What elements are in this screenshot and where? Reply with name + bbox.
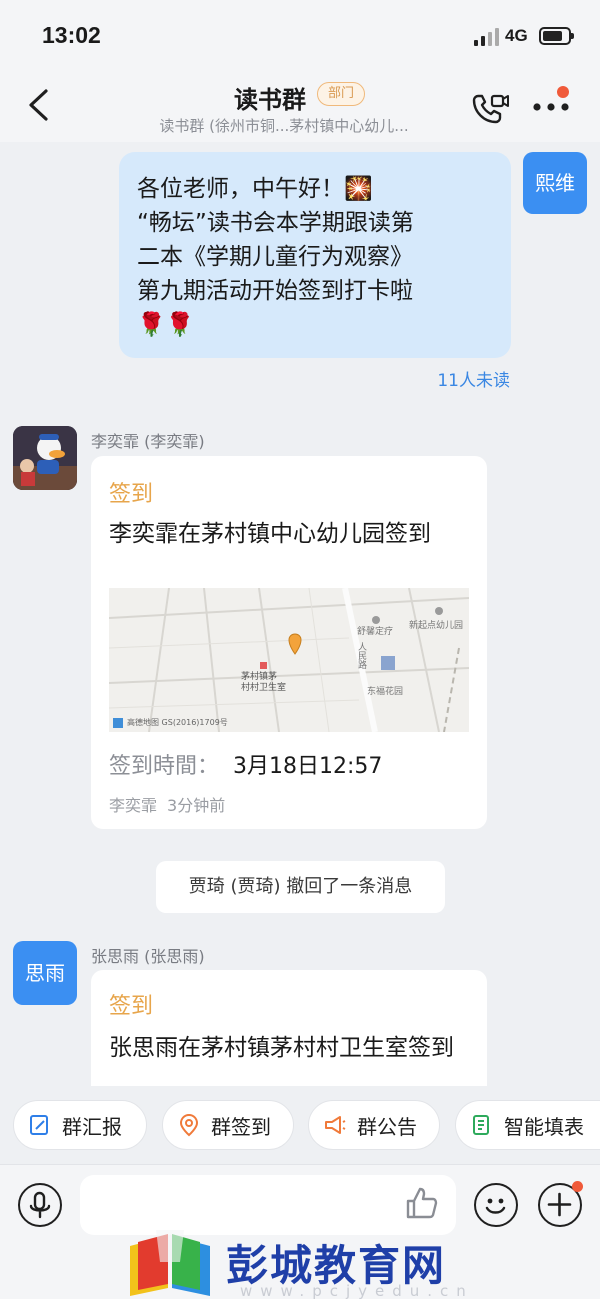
self-avatar[interactable]: 熙维 (523, 152, 587, 214)
checkin-time-row: 签到時間： 3月18日12:57 (109, 748, 382, 780)
message-line: “畅坛”读书会本学期跟读第 (137, 210, 414, 236)
group-announcement-button[interactable]: 群公告 (308, 1100, 440, 1150)
notification-dot (557, 86, 569, 98)
signal-icon (474, 28, 500, 46)
department-badge: 部门 (317, 82, 365, 106)
network-label: 4G (505, 26, 528, 45)
unread-count[interactable]: 11人未读 (437, 366, 510, 391)
checkin-ago: 3分钟前 (167, 796, 226, 815)
checkin-tag: 签到 (109, 994, 154, 1019)
message-line: 🌹🌹 (137, 312, 195, 338)
avatar[interactable] (13, 426, 77, 490)
checkin-card[interactable]: 签到 张思雨在茅村镇茅村村卫生室签到 (91, 970, 487, 1086)
avatar[interactable]: 思雨 (13, 941, 77, 1005)
map-label-poi: 新起点幼儿园 (409, 621, 464, 631)
chip-label: 群公告 (357, 1114, 417, 1139)
checkin-meta: 李奕霏 3分钟前 (109, 792, 225, 816)
battery-icon (539, 27, 574, 45)
group-report-button[interactable]: 群汇报 (13, 1100, 147, 1150)
book-logo-icon (130, 1230, 210, 1296)
chip-label: 群汇报 (62, 1114, 122, 1139)
phone-video-call-icon[interactable] (470, 90, 510, 126)
map-thumbnail[interactable]: 茅村镇茅 村村卫生室 舒馨定疗 新起点幼儿园 人民路 东福花园 高德地图 GS(… (109, 588, 469, 732)
self-message-bubble[interactable]: 各位老师，中午好！🎇 “畅坛”读书会本学期跟读第 二本《学期儿童行为观察》 第九… (119, 152, 511, 358)
chip-label: 智能填表 (504, 1114, 584, 1139)
checkin-tag: 签到 (109, 482, 154, 507)
location-pin-icon (179, 1113, 199, 1137)
map-label-place: 茅村镇茅 村村卫生室 (241, 672, 287, 693)
map-credit: 高德地图 GS(2016)1709号 (127, 718, 228, 727)
chat-title[interactable]: 读书群 (234, 80, 306, 115)
message-line: 第九期活动开始签到打卡啦 (137, 278, 413, 304)
chat-subtitle[interactable]: 读书群 (徐州市铜...茅村镇中心幼儿... (159, 115, 408, 136)
group-checkin-button[interactable]: 群签到 (162, 1100, 294, 1150)
recall-notice: 贾琦 (贾琦) 撤回了一条消息 (156, 861, 445, 913)
checkin-text: 李奕霏在茅村镇中心幼儿园签到 (109, 521, 431, 547)
message-line: 二本《学期儿童行为观察》 (137, 244, 413, 270)
voice-button[interactable] (18, 1183, 62, 1227)
checkin-user: 李奕霏 (109, 796, 158, 815)
cartoon-avatar-icon (13, 426, 77, 490)
map-label-poi: 舒馨定疗 (357, 627, 394, 637)
checkin-card[interactable]: 签到 李奕霏在茅村镇中心幼儿园签到 茅村镇茅 村村卫生室 舒馨定疗 新起点幼儿园… (91, 456, 487, 829)
watermark-url: www.pcjyedu.cn (240, 1282, 474, 1299)
map-label-poi: 东福花园 (367, 687, 404, 697)
checkin-text: 张思雨在茅村镇茅村村卫生室签到 (109, 1035, 454, 1061)
microphone-icon (29, 1191, 51, 1219)
status-bar: 13:02 4G (0, 0, 600, 72)
chip-label: 群签到 (211, 1114, 271, 1139)
form-icon (473, 1115, 489, 1135)
chat-header: 读书群 部门 读书群 (徐州市铜...茅村镇中心幼儿... (0, 72, 600, 142)
smart-form-button[interactable]: 智能填表 (455, 1100, 600, 1150)
checkin-time-label: 签到時間： (109, 754, 220, 779)
report-icon (30, 1115, 48, 1135)
sender-name: 张思雨 (张思雨) (91, 947, 205, 966)
map-roads (109, 588, 469, 732)
message-line: 各位老师，中午好！🎇 (137, 176, 373, 202)
checkin-time-value: 3月18日12:57 (233, 754, 383, 779)
status-time: 13:02 (42, 22, 101, 48)
emoji-button[interactable] (474, 1183, 518, 1227)
notification-dot (572, 1181, 583, 1192)
map-label-road: 人民路 (356, 642, 366, 669)
smiley-icon (485, 1198, 506, 1214)
megaphone-icon (325, 1116, 346, 1134)
more-options-icon[interactable] (531, 99, 571, 115)
sender-name: 李奕霏 (李奕霏) (91, 432, 205, 451)
quick-action-bar: 群汇报 群签到 群公告 智能填表 (0, 1086, 600, 1164)
thumbs-up-icon[interactable] (404, 1185, 440, 1221)
